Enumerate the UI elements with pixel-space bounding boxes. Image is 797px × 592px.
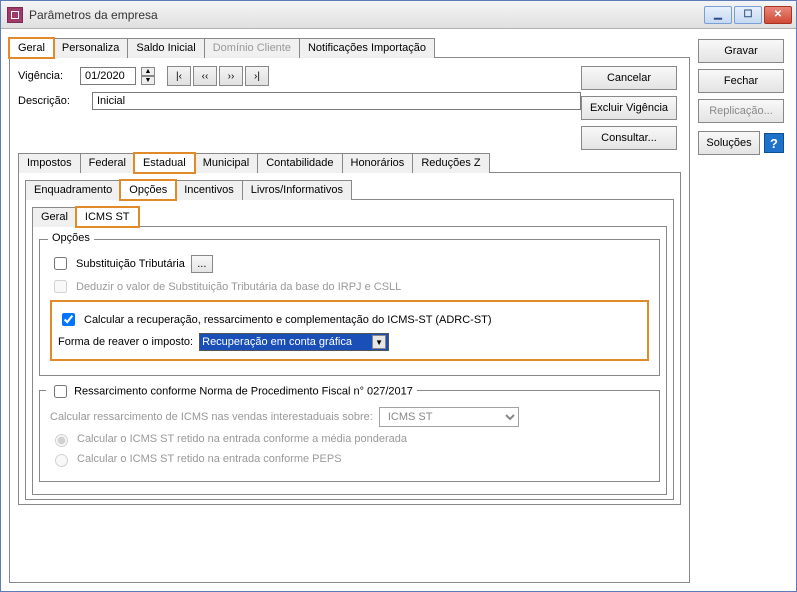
tab-reducoes-z[interactable]: Reduções Z <box>412 153 489 173</box>
titlebar: Parâmetros da empresa ▁ ☐ ✕ <box>1 1 796 29</box>
tab-honorarios[interactable]: Honorários <box>342 153 414 173</box>
chk-ressarc[interactable] <box>54 385 67 398</box>
tab-saldo-inicial[interactable]: Saldo Inicial <box>127 38 204 58</box>
app-icon <box>7 7 23 23</box>
tab-dominio-cliente: Domínio Cliente <box>204 38 300 58</box>
window-title: Parâmetros da empresa <box>29 8 704 22</box>
chk-sub-trib-label: Substituição Tributária <box>76 258 185 270</box>
forma-label: Forma de reaver o imposto: <box>58 336 193 348</box>
spin-down-icon[interactable]: ▼ <box>141 76 155 85</box>
fechar-button[interactable]: Fechar <box>698 69 784 93</box>
legend-opcoes: Opções <box>48 232 94 244</box>
fieldset-opcoes: Opções Substituição Tributária ... Deduz… <box>39 239 660 376</box>
tabs3-strip: Enquadramento Opções Incentivos Livros/I… <box>25 179 674 200</box>
radio-peps <box>55 454 68 467</box>
close-button[interactable]: ✕ <box>764 6 792 24</box>
tab-icms-st[interactable]: ICMS ST <box>76 207 139 227</box>
sub-trib-details-button[interactable]: ... <box>191 255 213 273</box>
forma-select-value: Recuperação em conta gráfica <box>202 336 352 348</box>
chk-deduzir-row: Deduzir o valor de Substituição Tributár… <box>50 277 649 296</box>
ressarc-select: ICMS ST <box>379 407 519 427</box>
tabs2-strip: Impostos Federal Estadual Municipal Cont… <box>18 152 681 173</box>
chevron-down-icon: ▼ <box>372 335 386 349</box>
calc-ressarc-label: Calcular ressarcimento de ICMS nas venda… <box>50 411 373 423</box>
vigencia-label: Vigência: <box>18 70 74 82</box>
excluir-vigencia-button[interactable]: Excluir Vigência <box>581 96 677 120</box>
chk-deduzir-label: Deduzir o valor de Substituição Tributár… <box>76 281 401 293</box>
window: Parâmetros da empresa ▁ ☐ ✕ Geral Person… <box>0 0 797 592</box>
radio-media-label: Calcular o ICMS ST retido na entrada con… <box>77 433 407 445</box>
tab-enquadramento[interactable]: Enquadramento <box>25 180 121 200</box>
side-panel: Gravar Fechar Replicação... Soluções ? <box>698 37 788 583</box>
vigencia-input[interactable] <box>80 67 136 85</box>
tab-contabilidade[interactable]: Contabilidade <box>257 153 342 173</box>
nav-next-button[interactable]: ›› <box>219 66 243 86</box>
tab-notificacoes[interactable]: Notificações Importação <box>299 38 435 58</box>
tab-personaliza[interactable]: Personaliza <box>53 38 128 58</box>
highlight-adrc: Calcular a recuperação, ressarcimento e … <box>50 300 649 361</box>
tab-federal[interactable]: Federal <box>80 153 135 173</box>
panel-icms-st: Opções Substituição Tributária ... Deduz… <box>32 227 667 495</box>
chk-adrc[interactable] <box>62 313 75 326</box>
nav-last-button[interactable]: ›| <box>245 66 269 86</box>
radio-media-ponderada <box>55 434 68 447</box>
nav-prev-button[interactable]: ‹‹ <box>193 66 217 86</box>
descricao-label: Descrição: <box>18 95 86 107</box>
panel-opcoes: Geral ICMS ST Opções Substituição Tribut… <box>25 200 674 500</box>
consultar-button[interactable]: Consultar... <box>581 126 677 150</box>
chk-ressarc-label: Ressarcimento conforme Norma de Procedim… <box>74 385 413 397</box>
chk-sub-trib-row: Substituição Tributária ... <box>50 254 649 273</box>
tab-estadual[interactable]: Estadual <box>134 153 195 173</box>
legend-ressarc: Ressarcimento conforme Norma de Procedim… <box>46 382 417 401</box>
replicacao-button[interactable]: Replicação... <box>698 99 784 123</box>
main-area: Geral Personaliza Saldo Inicial Domínio … <box>9 37 690 583</box>
tab-geral-inner[interactable]: Geral <box>32 207 77 227</box>
fieldset-ressarc: Ressarcimento conforme Norma de Procedim… <box>39 390 660 482</box>
tab-geral[interactable]: Geral <box>9 38 54 58</box>
cancelar-button[interactable]: Cancelar <box>581 66 677 90</box>
vigencia-spinner[interactable]: ▲ ▼ <box>142 67 155 85</box>
tabs4-strip: Geral ICMS ST <box>32 206 667 227</box>
help-icon[interactable]: ? <box>764 133 784 153</box>
nav-first-button[interactable]: |‹ <box>167 66 191 86</box>
tab-incentivos[interactable]: Incentivos <box>175 180 243 200</box>
chk-deduzir <box>54 280 67 293</box>
radio-peps-label: Calcular o ICMS ST retido na entrada con… <box>77 453 342 465</box>
forma-select[interactable]: Recuperação em conta gráfica ▼ <box>199 333 389 351</box>
window-controls: ▁ ☐ ✕ <box>704 6 792 24</box>
maximize-button[interactable]: ☐ <box>734 6 762 24</box>
solucoes-button[interactable]: Soluções <box>698 131 760 155</box>
tab-municipal[interactable]: Municipal <box>194 153 258 173</box>
panel-estadual: Enquadramento Opções Incentivos Livros/I… <box>18 173 681 505</box>
descricao-input[interactable] <box>92 92 581 110</box>
gravar-button[interactable]: Gravar <box>698 39 784 63</box>
client-area: Geral Personaliza Saldo Inicial Domínio … <box>1 29 796 591</box>
spin-up-icon[interactable]: ▲ <box>141 67 155 76</box>
vigencia-area: Vigência: ▲ ▼ |‹ ‹‹ ›› ›| <box>18 66 681 150</box>
chk-sub-trib[interactable] <box>54 257 67 270</box>
top-panel: Vigência: ▲ ▼ |‹ ‹‹ ›› ›| <box>9 58 690 583</box>
tab-livros[interactable]: Livros/Informativos <box>242 180 352 200</box>
chk-adrc-label: Calcular a recuperação, ressarcimento e … <box>84 314 492 326</box>
top-tabstrip: Geral Personaliza Saldo Inicial Domínio … <box>9 37 690 58</box>
tab-impostos[interactable]: Impostos <box>18 153 81 173</box>
minimize-button[interactable]: ▁ <box>704 6 732 24</box>
tab-opcoes[interactable]: Opções <box>120 180 176 200</box>
vigencia-nav: |‹ ‹‹ ›› ›| <box>167 66 269 86</box>
